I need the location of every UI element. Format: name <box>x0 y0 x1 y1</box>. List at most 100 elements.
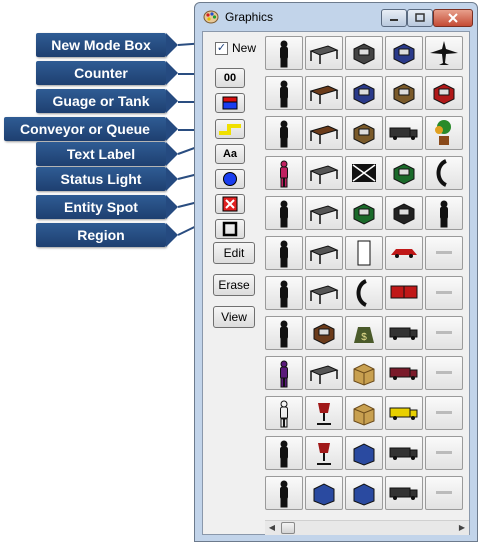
graphic-cell[interactable]: $ <box>345 316 383 350</box>
gauge-tank-tool[interactable] <box>215 93 245 113</box>
graphic-cell[interactable] <box>425 356 463 390</box>
view-button[interactable]: View <box>213 306 255 328</box>
region-tool[interactable] <box>215 219 245 239</box>
graphic-cell[interactable] <box>345 436 383 470</box>
graphic-cell[interactable] <box>385 156 423 190</box>
graphic-cell[interactable] <box>425 476 463 510</box>
graphic-cell[interactable] <box>265 36 303 70</box>
graphic-cell[interactable] <box>425 396 463 430</box>
graphic-cell[interactable] <box>265 356 303 390</box>
graphic-cell[interactable] <box>345 76 383 110</box>
graphic-cell[interactable] <box>265 76 303 110</box>
graphic-cell[interactable] <box>305 396 343 430</box>
text-label-text: Aa <box>222 148 238 160</box>
graphic-cell[interactable] <box>305 476 343 510</box>
outline-person-icon <box>280 400 288 428</box>
graphic-cell[interactable] <box>385 236 423 270</box>
graphic-cell[interactable] <box>265 236 303 270</box>
scanner-icon <box>353 483 375 506</box>
graphic-cell[interactable] <box>425 196 463 230</box>
graphic-cell[interactable] <box>425 116 463 150</box>
graphic-cell[interactable] <box>345 36 383 70</box>
graphic-cell[interactable] <box>345 396 383 430</box>
copier-icon <box>353 123 375 145</box>
red-stool-icon <box>317 443 331 465</box>
graphic-cell[interactable] <box>305 196 343 230</box>
graphic-cell[interactable] <box>385 276 423 310</box>
graphic-cell[interactable] <box>385 436 423 470</box>
entity-spot-tool[interactable] <box>215 194 245 214</box>
graphic-cell[interactable] <box>305 356 343 390</box>
pallet-icon <box>393 83 415 105</box>
graphic-cell[interactable] <box>265 476 303 510</box>
erase-button[interactable]: Erase <box>213 274 255 296</box>
graphic-cell[interactable] <box>385 76 423 110</box>
small-label-icon <box>436 451 452 454</box>
graphic-cell[interactable] <box>385 196 423 230</box>
graphic-cell[interactable] <box>345 356 383 390</box>
graphic-cell[interactable] <box>425 436 463 470</box>
graphic-cell[interactable] <box>305 116 343 150</box>
graphic-cell[interactable] <box>345 156 383 190</box>
graphic-cell[interactable] <box>265 196 303 230</box>
minimize-button[interactable] <box>381 9 407 27</box>
graphic-cell[interactable] <box>425 76 463 110</box>
graphic-cell[interactable] <box>385 316 423 350</box>
horizontal-scrollbar[interactable]: ◀ ▶ <box>265 520 469 535</box>
graphic-cell[interactable] <box>305 236 343 270</box>
graphic-cell[interactable] <box>345 476 383 510</box>
counter-tool[interactable]: 00 <box>215 68 245 88</box>
scroll-thumb[interactable] <box>281 522 295 534</box>
title-bar[interactable]: Graphics <box>195 3 477 31</box>
graphic-cell[interactable] <box>305 156 343 190</box>
graphic-cell[interactable] <box>265 116 303 150</box>
graphic-cell[interactable] <box>385 356 423 390</box>
graphic-cell[interactable] <box>425 276 463 310</box>
conveyor-queue-tool[interactable] <box>215 119 245 139</box>
graphic-cell[interactable] <box>305 276 343 310</box>
pickup-truck-icon <box>389 327 418 340</box>
graphic-cell[interactable] <box>385 476 423 510</box>
text-label-tool[interactable]: Aa <box>215 144 245 164</box>
graphic-cell[interactable] <box>305 316 343 350</box>
graphic-cell[interactable] <box>345 236 383 270</box>
graphic-cell[interactable] <box>385 396 423 430</box>
graphic-cell[interactable] <box>425 156 463 190</box>
colored-person-icon <box>280 160 288 188</box>
graphic-cell[interactable] <box>425 236 463 270</box>
callout-text-label: Text Label <box>36 142 178 166</box>
new-checkbox[interactable]: ✓ <box>215 42 228 55</box>
graphic-cell[interactable] <box>385 36 423 70</box>
forklift-side-icon <box>393 203 415 225</box>
person-reaching-icon <box>280 320 288 348</box>
envelope-icon <box>352 164 376 182</box>
graphic-cell[interactable] <box>305 436 343 470</box>
graphic-cell[interactable] <box>305 36 343 70</box>
window-title: Graphics <box>225 10 274 24</box>
graphic-cell[interactable] <box>345 276 383 310</box>
scroll-left-icon[interactable]: ◀ <box>265 521 279 535</box>
red-office-chair-icon <box>317 403 331 425</box>
close-button[interactable] <box>433 9 473 27</box>
graphic-cell[interactable] <box>305 76 343 110</box>
small-label-icon <box>436 411 452 414</box>
graphic-cell[interactable] <box>425 316 463 350</box>
trailer-truck-icon <box>389 447 418 460</box>
wooden-desk-icon <box>309 85 339 104</box>
graphic-cell[interactable] <box>265 316 303 350</box>
status-light-tool[interactable] <box>215 169 245 189</box>
graphic-cell[interactable] <box>265 276 303 310</box>
callout-entity-spot: Entity Spot <box>36 195 178 219</box>
scroll-right-icon[interactable]: ▶ <box>455 521 469 535</box>
edit-button[interactable]: Edit <box>213 242 255 264</box>
graphic-cell[interactable] <box>345 196 383 230</box>
graphic-cell[interactable] <box>385 116 423 150</box>
cubicle-icon <box>309 205 339 224</box>
graphic-cell[interactable] <box>425 36 463 70</box>
graphic-cell[interactable] <box>345 116 383 150</box>
callout-region: Region <box>36 223 178 247</box>
graphic-cell[interactable] <box>265 156 303 190</box>
maximize-button[interactable] <box>407 9 433 27</box>
graphic-cell[interactable] <box>265 436 303 470</box>
graphic-cell[interactable] <box>265 396 303 430</box>
